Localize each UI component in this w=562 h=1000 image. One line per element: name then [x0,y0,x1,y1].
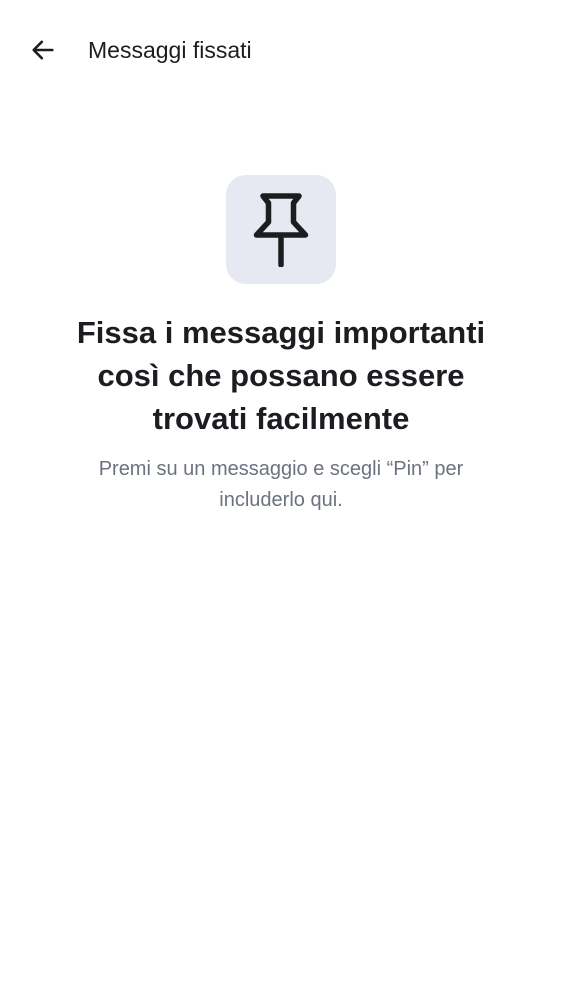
pin-badge [226,175,336,284]
back-button[interactable] [19,26,67,74]
empty-state-headline: Fissa i messaggi importanti così che pos… [76,315,486,436]
pin-icon [253,192,309,267]
empty-state: Fissa i messaggi importanti così che pos… [0,175,562,516]
screen-title: Messaggi fissati [88,37,252,63]
empty-state-hint: Premi su un messaggio e scegli “Pin” per… [98,458,464,511]
app-bar: Messaggi fissati [0,0,562,100]
arrow-left-icon [32,40,54,60]
